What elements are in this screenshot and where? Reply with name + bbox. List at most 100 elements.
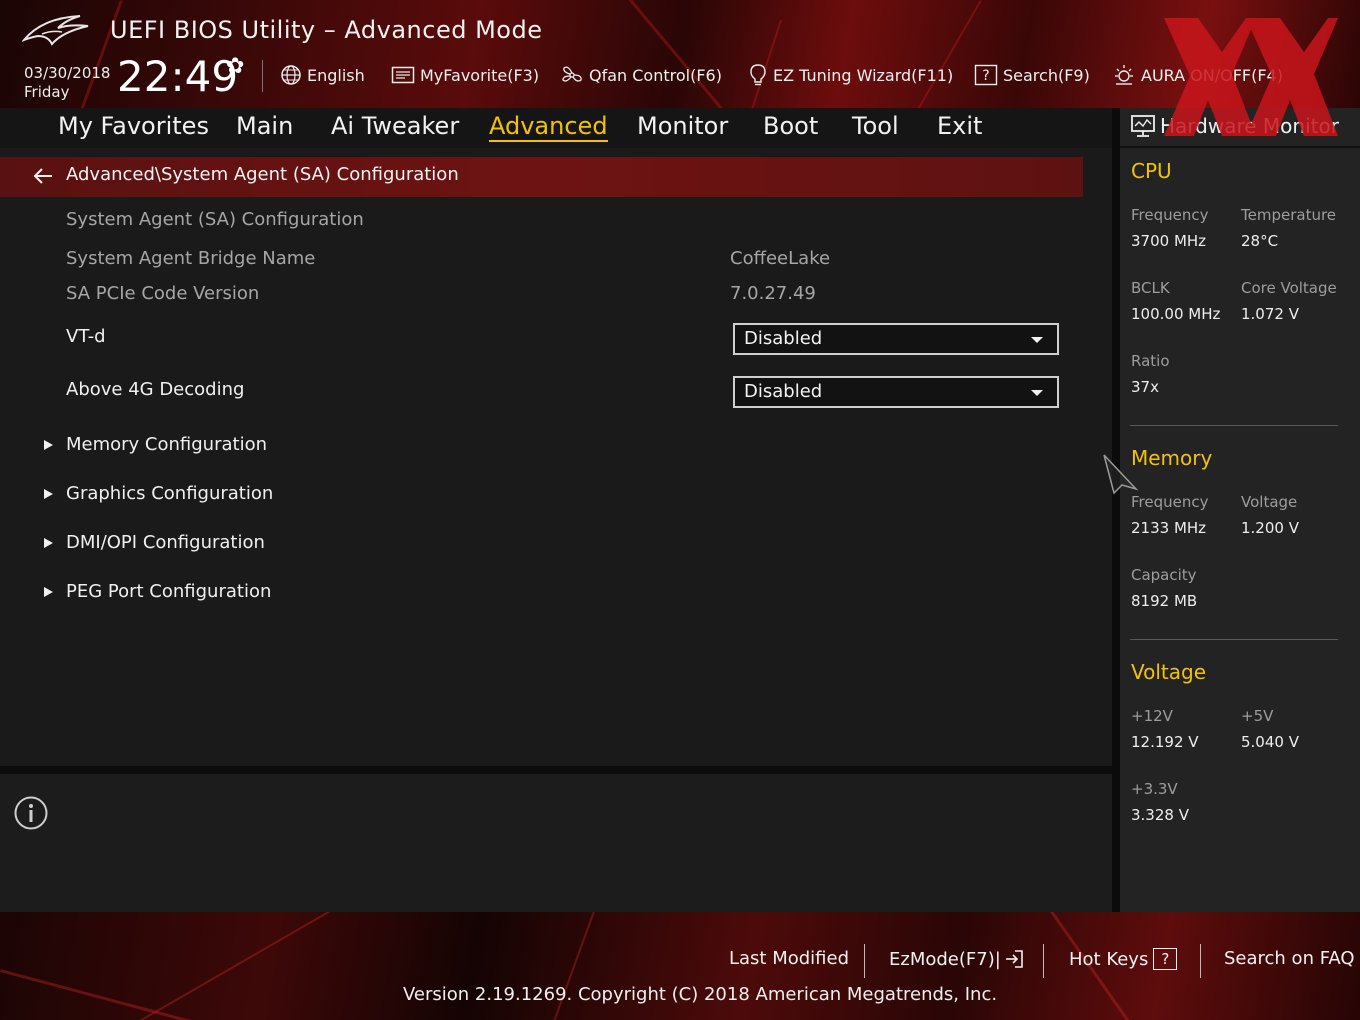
memory-frequency-label: Frequency <box>1131 493 1209 511</box>
vtd-select[interactable]: Disabled <box>733 323 1059 355</box>
memory-voltage-label: Voltage <box>1241 493 1298 511</box>
voltage-heading: Voltage <box>1131 660 1207 684</box>
lightbulb-icon <box>750 64 766 86</box>
memory-capacity-value: 8192 MB <box>1131 592 1198 610</box>
submenu-dmi-opi-configuration[interactable]: DMI/OPI Configuration <box>44 532 265 553</box>
voltage-33v-label: +3.3V <box>1131 780 1178 798</box>
app-title: UEFI BIOS Utility – Advanced Mode <box>110 16 543 44</box>
cpu-ratio-label: Ratio <box>1131 352 1170 370</box>
section-title: System Agent (SA) Configuration <box>66 209 364 230</box>
tab-advanced[interactable]: Advanced <box>489 112 608 142</box>
help-icon: ? <box>1153 948 1178 970</box>
footer-divider <box>1200 944 1201 978</box>
rog-logo-icon <box>22 15 89 46</box>
gear-icon[interactable]: ✿ <box>226 54 244 79</box>
qfan-button[interactable]: Qfan Control(F6) <box>560 62 722 88</box>
header-bar: UEFI BIOS Utility – Advanced Mode 03/30/… <box>0 0 1360 108</box>
search-button[interactable]: ? Search(F9) <box>974 62 1090 88</box>
hw-monitor-title: Hardware Monitor <box>1130 114 1339 138</box>
footer-divider <box>864 944 865 978</box>
cpu-bclk-label: BCLK <box>1131 279 1170 297</box>
submenu-peg-port-configuration[interactable]: PEG Port Configuration <box>44 581 271 602</box>
aura-icon <box>1115 65 1133 85</box>
hot-keys-label: Hot Keys <box>1069 948 1149 970</box>
globe-icon <box>281 65 301 85</box>
above4g-select-value: Disabled <box>744 381 823 402</box>
hw-divider <box>1120 146 1360 148</box>
pcie-code-value: 7.0.27.49 <box>730 283 816 304</box>
bios-screen: UEFI BIOS Utility – Advanced Mode 03/30/… <box>0 0 1360 1020</box>
monitor-icon <box>1131 115 1155 137</box>
submenu-label: DMI/OPI Configuration <box>66 532 265 553</box>
vtd-label: VT-d <box>66 326 106 347</box>
favorite-label: MyFavorite(F3) <box>420 65 540 85</box>
search-icon: ? <box>974 64 998 86</box>
fan-icon <box>562 66 582 82</box>
tab-ai-tweaker[interactable]: Ai Tweaker <box>331 112 459 140</box>
clock-time: 22:49 <box>117 52 239 101</box>
memory-frequency-value: 2133 MHz <box>1131 519 1207 537</box>
decor-streak <box>900 0 982 108</box>
decor-streak <box>139 912 366 1020</box>
cpu-heading: CPU <box>1131 159 1172 183</box>
chevron-right-icon <box>44 586 53 597</box>
tab-main[interactable]: Main <box>236 112 293 140</box>
decor-streak <box>0 969 194 1020</box>
info-icon <box>14 796 48 830</box>
cpu-frequency-value: 3700 MHz <box>1131 232 1207 250</box>
voltage-5v-value: 5.040 V <box>1241 733 1299 751</box>
pcie-code-label: SA PCIe Code Version <box>66 283 260 304</box>
chevron-right-icon <box>44 439 53 450</box>
cpu-core-voltage-value: 1.072 V <box>1241 305 1299 323</box>
bridge-name-value: CoffeeLake <box>730 248 831 269</box>
version-text: Version 2.19.1269. Copyright (C) 2018 Am… <box>403 984 998 1005</box>
hot-keys-button[interactable]: Hot Keys ? <box>1069 948 1178 970</box>
favorite-icon <box>391 66 415 84</box>
aura-button[interactable]: AURA ON/OFF(F4) <box>1112 62 1283 88</box>
hardware-monitor: Hardware Monitor CPU Frequency Temperatu… <box>1120 108 1360 912</box>
ezmode-label: EzMode(F7)| <box>889 948 1001 970</box>
submenu-graphics-configuration[interactable]: Graphics Configuration <box>44 483 273 504</box>
breadcrumb-path: Advanced\System Agent (SA) Configuration <box>66 164 459 185</box>
last-modified-button[interactable]: Last Modified <box>729 948 849 969</box>
favorite-button[interactable]: MyFavorite(F3) <box>391 62 539 88</box>
above4g-select[interactable]: Disabled <box>733 376 1059 408</box>
language-button[interactable]: English <box>280 62 365 88</box>
cpu-ratio-value: 37x <box>1131 378 1159 396</box>
exit-icon <box>1005 950 1023 968</box>
ez-tuning-button[interactable]: EZ Tuning Wizard(F11) <box>748 62 953 88</box>
chevron-right-icon <box>44 488 53 499</box>
tab-monitor[interactable]: Monitor <box>637 112 728 140</box>
footer-divider <box>1043 944 1044 978</box>
bridge-name-label: System Agent Bridge Name <box>66 248 316 269</box>
submenu-memory-configuration[interactable]: Memory Configuration <box>44 434 267 455</box>
voltage-5v-label: +5V <box>1241 707 1274 725</box>
cpu-temperature-label: Temperature <box>1241 206 1337 224</box>
submenu-label: Graphics Configuration <box>66 483 274 504</box>
hw-monitor-gap <box>1112 108 1120 912</box>
search-faq-button[interactable]: Search on FAQ <box>1224 948 1355 969</box>
hw-section-divider <box>1130 425 1338 426</box>
info-panel <box>0 774 1112 912</box>
tab-my-favorites[interactable]: My Favorites <box>58 112 209 140</box>
cpu-core-voltage-label: Core Voltage <box>1241 279 1337 297</box>
voltage-12v-value: 12.192 V <box>1131 733 1199 751</box>
search-label: Search(F9) <box>1003 65 1090 85</box>
tab-exit[interactable]: Exit <box>937 112 982 140</box>
tab-tool[interactable]: Tool <box>852 112 899 140</box>
day-text: Friday <box>24 83 70 101</box>
breadcrumb: Advanced\System Agent (SA) Configuration <box>0 157 1083 197</box>
ezmode-button[interactable]: EzMode(F7)| <box>889 948 1025 970</box>
tab-boot[interactable]: Boot <box>763 112 818 140</box>
svg-text:?: ? <box>982 68 989 84</box>
cpu-temperature-value: 28°C <box>1241 232 1279 250</box>
main-nav: My Favorites Main Ai Tweaker Advanced Mo… <box>0 108 1112 148</box>
decor-streak <box>620 0 726 108</box>
footer-bar: Last Modified EzMode(F7)| Hot Keys ? Sea… <box>0 912 1360 1020</box>
cpu-bclk-value: 100.00 MHz <box>1131 305 1221 323</box>
date-text: 03/30/2018 <box>24 64 111 82</box>
back-arrow-icon[interactable] <box>32 165 54 187</box>
hw-section-divider <box>1130 639 1338 640</box>
above4g-label: Above 4G Decoding <box>66 379 245 400</box>
memory-heading: Memory <box>1131 446 1213 470</box>
